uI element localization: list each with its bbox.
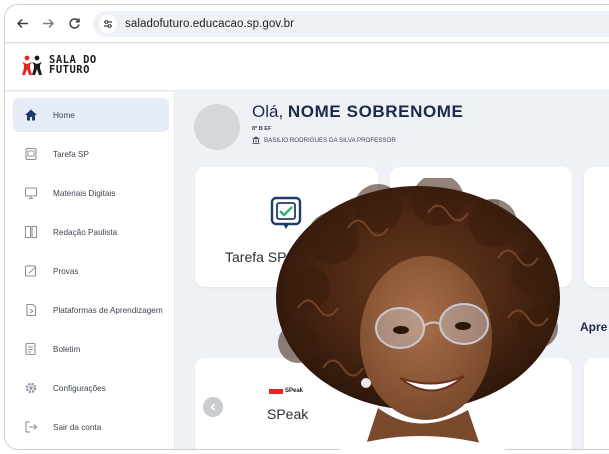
forward-button[interactable] xyxy=(37,13,59,35)
logo-line-2: FUTURO xyxy=(49,64,90,76)
gear-icon xyxy=(23,380,39,396)
avatar[interactable] xyxy=(194,104,240,150)
browser-toolbar: saladofuturo.educacao.sp.gov.br xyxy=(5,5,609,43)
greeting: Olá, NOME SOBRENOME xyxy=(252,102,464,122)
sidebar-item-label: Tarefa SP xyxy=(53,149,89,159)
sidebar-item-plataformas[interactable]: Plataformas de Aprendizagem xyxy=(13,293,169,327)
sala-do-futuro-logo[interactable]: SALA DO FUTURO xyxy=(21,54,97,76)
card-bottom-3[interactable] xyxy=(584,358,609,449)
home-icon xyxy=(23,107,39,123)
reload-button[interactable] xyxy=(63,13,85,35)
sidebar-item-sair[interactable]: Sair da conta xyxy=(13,410,169,444)
sidebar-item-label: Redação Paulista xyxy=(53,227,118,237)
sidebar-item-tarefa-sp[interactable]: Tarefa SP xyxy=(13,137,169,171)
writing-icon xyxy=(23,224,39,240)
section-title: Apre xyxy=(580,320,608,334)
sidebar-item-provas[interactable]: Provas xyxy=(13,254,169,288)
sidebar-item-label: Materiais Digitais xyxy=(53,188,116,198)
sidebar-item-boletim[interactable]: Boletim xyxy=(13,332,169,366)
school-name: BASILIO RODRIGUES DA SILVA PROFESSOR xyxy=(264,136,396,144)
back-button[interactable] xyxy=(11,13,33,35)
address-bar[interactable]: saladofuturo.educacao.sp.gov.br xyxy=(93,10,609,37)
platform-icon xyxy=(23,302,39,318)
greeting-text: Olá, xyxy=(252,102,284,121)
task-icon xyxy=(23,146,39,162)
student-photo-icon xyxy=(276,178,560,454)
student-name: NOME SOBRENOME xyxy=(287,102,464,121)
tune-icon xyxy=(104,19,112,28)
student-photo xyxy=(268,178,568,454)
arrow-right-icon xyxy=(42,18,54,29)
logo-text: SALA DO FUTURO xyxy=(49,55,97,76)
student-grade: 8º B EF xyxy=(252,126,272,132)
sidebar-item-redacao-paulista[interactable]: Redação Paulista xyxy=(13,215,169,249)
sidebar-item-materiais-digitais[interactable]: Materiais Digitais xyxy=(13,176,169,210)
reload-icon xyxy=(68,18,80,29)
sidebar-item-configuracoes[interactable]: Configurações xyxy=(13,371,169,405)
arrow-left-icon xyxy=(16,18,28,29)
exam-icon xyxy=(23,263,39,279)
app-header: SALA DO FUTURO xyxy=(5,44,609,91)
sidebar-item-label: Configurações xyxy=(53,383,106,393)
school-icon xyxy=(252,136,260,144)
chevron-left-icon xyxy=(210,403,216,411)
sidebar-item-label: Plataformas de Aprendizagem xyxy=(53,305,163,315)
logo-figures-icon xyxy=(22,55,42,75)
report-icon xyxy=(23,341,39,357)
sidebar-item-label: Provas xyxy=(53,266,79,276)
sidebar-item-home[interactable]: Home xyxy=(13,98,169,132)
site-info-button[interactable] xyxy=(99,14,117,33)
logout-icon xyxy=(23,419,39,435)
sidebar-item-label: Boletim xyxy=(53,344,81,354)
sidebar-item-label: Sair da conta xyxy=(53,422,102,432)
digital-materials-icon xyxy=(23,185,39,201)
url-text[interactable]: saladofuturo.educacao.sp.gov.br xyxy=(125,18,294,30)
card-partial[interactable] xyxy=(584,167,609,287)
carousel-prev-button[interactable] xyxy=(203,397,223,417)
sidebar: Home Tarefa SP Materiais Digitais Redaçã… xyxy=(5,92,175,449)
student-school: BASILIO RODRIGUES DA SILVA PROFESSOR xyxy=(252,136,396,144)
sidebar-item-label: Home xyxy=(53,110,75,120)
